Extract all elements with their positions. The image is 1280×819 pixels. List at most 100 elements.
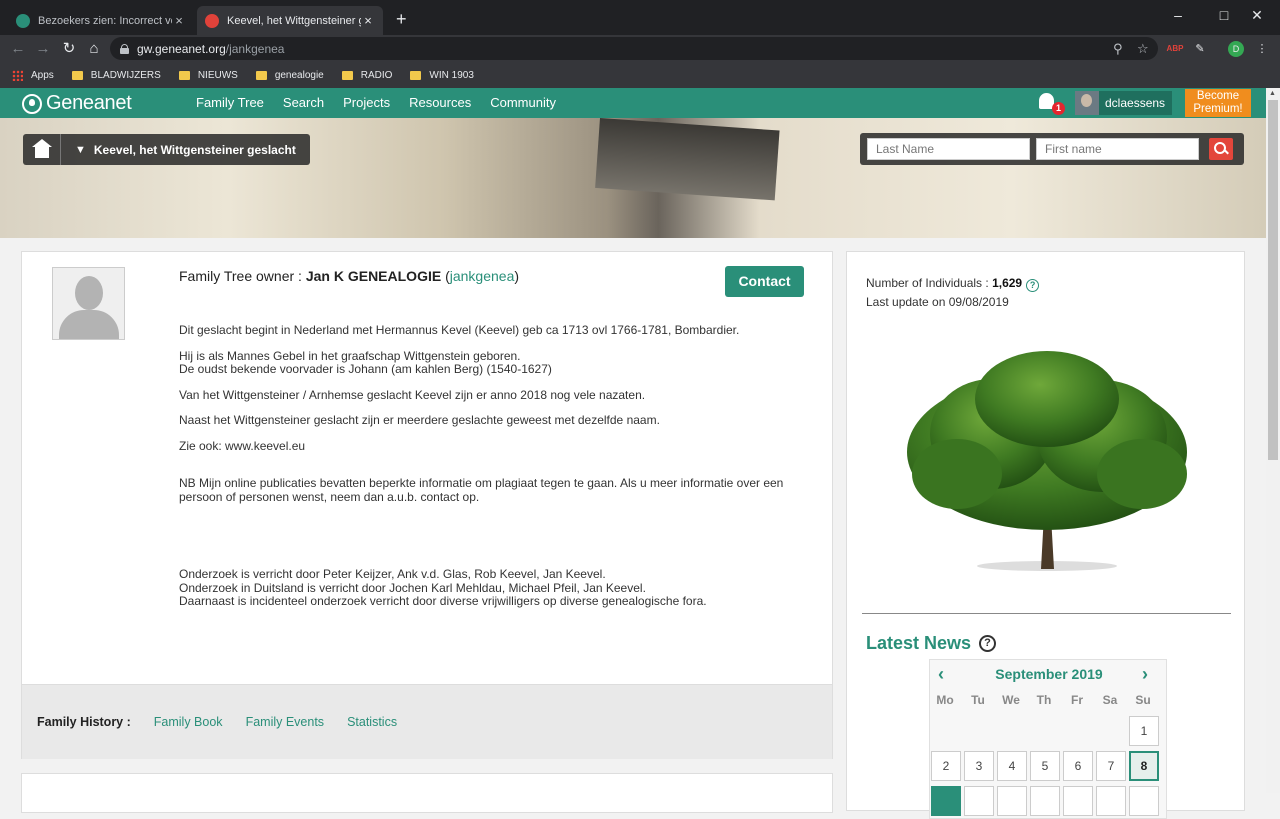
url-path: /jankgenea	[225, 41, 285, 56]
browser-tab-1[interactable]: Bezoekers zien: Incorrect verzoek ×	[8, 6, 194, 35]
folder-icon	[255, 70, 267, 80]
lock-icon	[120, 43, 129, 54]
scroll-up-icon[interactable]: ▲	[1269, 90, 1276, 97]
calendar-day[interactable]: 1	[1129, 716, 1159, 746]
window-close-icon[interactable]: ✕	[1234, 0, 1280, 30]
weekday-label: Tu	[971, 693, 985, 707]
bookmark-star-icon[interactable]: ☆	[1137, 41, 1149, 57]
tree-description: Dit geslacht begint in Nederland met Her…	[179, 323, 784, 608]
owner-login-link[interactable]: jankgenea	[450, 268, 515, 284]
geneanet-favicon-icon	[16, 13, 30, 28]
calendar-day[interactable]: 2	[931, 751, 961, 781]
calendar-day[interactable]: 3	[964, 751, 994, 781]
tree-illustration	[907, 351, 1187, 571]
breadcrumb-home-button[interactable]	[23, 134, 61, 165]
calendar-day[interactable]	[1096, 786, 1126, 816]
help-icon[interactable]: ?	[979, 635, 997, 652]
owner-name: Jan K GENEALOGIE	[305, 268, 442, 284]
bookmark-apps[interactable]: Apps	[12, 69, 54, 81]
menu-community[interactable]: Community	[490, 95, 556, 110]
calendar-day-today[interactable]: 8	[1129, 751, 1159, 781]
calendar-month: September 2019	[995, 666, 1103, 682]
minimize-icon[interactable]: –	[1155, 0, 1201, 30]
tab-close-icon[interactable]: ×	[361, 13, 375, 28]
bookmark-folder[interactable]: genealogie	[255, 70, 324, 81]
second-panel	[21, 773, 833, 813]
user-menu[interactable]: dclaessens	[1075, 91, 1172, 115]
owner-avatar-placeholder	[52, 267, 125, 340]
browser-toolbar: ← → ↻ ⌂ gw.geneanet.org/jankgenea ⚲ ☆ AB…	[0, 35, 1280, 62]
menu-family-tree[interactable]: Family Tree	[196, 95, 264, 110]
bookmark-folder[interactable]: NIEUWS	[178, 70, 238, 81]
scrollbar-thumb[interactable]	[1268, 100, 1278, 460]
weekday-label: Sa	[1102, 693, 1118, 707]
weekday-label: Fr	[1071, 693, 1083, 707]
tree-info-panel: Family Tree owner : Jan K GENEALOGIE (ja…	[21, 251, 833, 759]
calendar-day[interactable]	[964, 786, 994, 816]
geneanet-logo[interactable]: Geneanet	[22, 92, 132, 115]
user-avatar	[1075, 91, 1099, 115]
tree-stats: Number of Individuals : 1,629? Last upda…	[866, 274, 1040, 312]
family-events-link[interactable]: Family Events	[246, 715, 325, 729]
calendar-day[interactable]	[1129, 786, 1159, 816]
news-calendar: ‹ September 2019 › Mo Tu We Th Fr Sa Su …	[929, 659, 1167, 819]
person-silhouette-icon	[75, 276, 103, 310]
become-premium-button[interactable]: Become Premium!	[1185, 89, 1251, 117]
adblock-extension-icon[interactable]: ABP	[1166, 40, 1184, 58]
calendar-day[interactable]	[997, 786, 1027, 816]
bookmark-folder[interactable]: RADIO	[341, 70, 392, 81]
search-button[interactable]	[1209, 138, 1233, 160]
tree-stats-panel: Number of Individuals : 1,629? Last upda…	[846, 251, 1245, 819]
last-update: Last update on 09/08/2019	[866, 295, 1009, 309]
house-icon	[31, 138, 52, 158]
calendar-day[interactable]: 4	[997, 751, 1027, 781]
first-name-input[interactable]: First name	[1036, 138, 1199, 160]
home-icon[interactable]: ⌂	[84, 39, 104, 59]
zoom-icon[interactable]: ⚲	[1113, 41, 1123, 57]
folder-icon	[410, 70, 422, 80]
page-scrollbar[interactable]: ▲	[1266, 88, 1280, 793]
contact-button[interactable]: Contact	[725, 266, 804, 297]
forward-arrow-icon[interactable]: →	[33, 39, 53, 59]
family-history-label: Family History :	[37, 715, 131, 729]
browser-tab-2[interactable]: Keevel, het Wittgensteiner geslacht ×	[197, 6, 383, 35]
last-name-input[interactable]: Last Name	[867, 138, 1030, 160]
tree-owner: Family Tree owner : Jan K GENEALOGIE (ja…	[179, 268, 520, 284]
back-arrow-icon[interactable]: ←	[8, 39, 28, 59]
reload-icon[interactable]: ↻	[59, 39, 79, 59]
calendar-day[interactable]: 7	[1096, 751, 1126, 781]
menu-projects[interactable]: Projects	[343, 95, 390, 110]
bookmark-folder[interactable]: BLADWIJZERS	[71, 70, 161, 81]
calendar-day[interactable]	[931, 786, 961, 816]
calendar-day[interactable]: 5	[1030, 751, 1060, 781]
calendar-day[interactable]: 6	[1063, 751, 1093, 781]
calendar-day[interactable]	[1030, 786, 1060, 816]
menu-resources[interactable]: Resources	[409, 95, 471, 110]
family-book-link[interactable]: Family Book	[154, 715, 223, 729]
main-menu: Family Tree Search Projects Resources Co…	[196, 95, 575, 110]
new-tab-button[interactable]: +	[396, 9, 407, 29]
bookmark-folder[interactable]: WIN 1903	[410, 70, 474, 81]
help-icon[interactable]: ?	[1026, 279, 1040, 292]
tab-title: Keevel, het Wittgensteiner geslacht	[227, 14, 361, 27]
menu-kebab-icon[interactable]: ⋮	[1253, 40, 1271, 58]
browser-tabbar: Bezoekers zien: Incorrect verzoek × Keev…	[0, 0, 1280, 35]
notification-badge: 1	[1052, 102, 1065, 115]
divider	[862, 613, 1231, 614]
tab-close-icon[interactable]: ×	[172, 13, 186, 28]
latest-news-title: Latest News ?	[866, 633, 997, 654]
calendar-day[interactable]	[1063, 786, 1093, 816]
pen-extension-icon[interactable]: ✎	[1191, 40, 1209, 58]
calendar-next-icon[interactable]: ›	[1142, 664, 1148, 685]
geneanet-logo-icon	[22, 93, 42, 114]
tree-selector[interactable]: ▼ Keevel, het Wittgensteiner geslacht	[61, 134, 310, 165]
username: dclaessens	[1105, 96, 1166, 110]
profile-avatar[interactable]: D	[1228, 41, 1244, 57]
apps-grid-icon	[12, 69, 23, 81]
menu-search[interactable]: Search	[283, 95, 324, 110]
address-bar[interactable]: gw.geneanet.org/jankgenea ⚲ ☆	[110, 37, 1158, 60]
notifications-bell-icon[interactable]: 1	[1037, 92, 1065, 115]
breadcrumb: ▼ Keevel, het Wittgensteiner geslacht	[23, 134, 310, 165]
statistics-link[interactable]: Statistics	[347, 715, 397, 729]
weekday-label: Mo	[936, 693, 954, 707]
